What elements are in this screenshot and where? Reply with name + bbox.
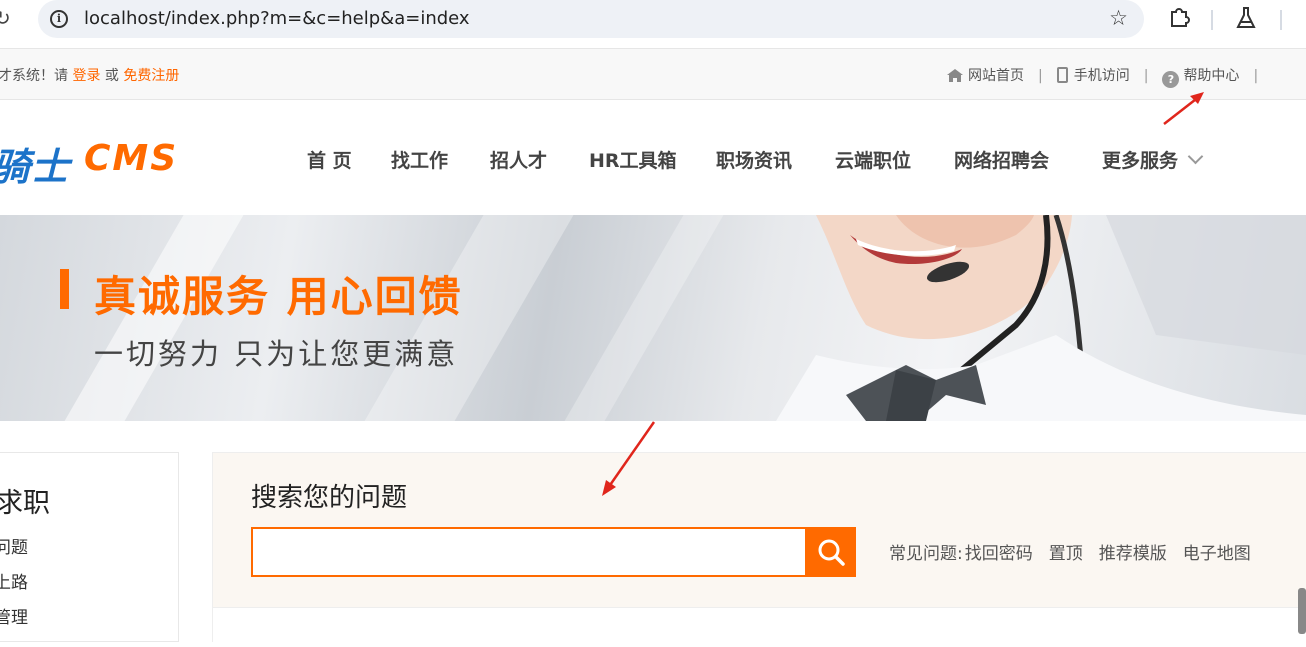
home-icon <box>947 69 963 82</box>
address-bar[interactable]: i localhost/index.php?m=&c=help&a=index … <box>38 0 1144 38</box>
faq-item[interactable]: 推荐模版 <box>1099 544 1167 564</box>
divider: | <box>1143 68 1149 84</box>
help-link[interactable]: ? 帮助中心 <box>1162 65 1239 88</box>
search-button[interactable] <box>807 527 856 577</box>
nav-jobs[interactable]: 找工作 <box>391 146 448 173</box>
annotation-arrow <box>602 421 656 496</box>
help-sidebar: 求职 问题 上路 管理 <box>0 452 179 642</box>
panel-bottom <box>213 607 1306 647</box>
page-scrollbar[interactable] <box>1298 588 1306 634</box>
faq-item[interactable]: 电子地图 <box>1183 544 1251 564</box>
sidebar-item[interactable]: 上路 <box>0 568 28 593</box>
nav-talent[interactable]: 招人才 <box>490 146 547 173</box>
search-panel: 搜索您的问题 常见问题: 找回密码 置顶 推荐模版 电子地图 <box>212 452 1306 647</box>
phone-icon <box>1056 67 1068 83</box>
top-links: 网站首页 | 手机访问 | ? 帮助中心 | <box>946 65 1272 88</box>
search-icon <box>818 539 845 566</box>
nav-news[interactable]: 职场资讯 <box>716 146 792 173</box>
home-link[interactable]: 网站首页 <box>946 65 1024 85</box>
welcome-text: 才系统！请 登录 或 免费注册 <box>0 65 179 85</box>
welcome-prefix: 才系统！请 <box>0 68 73 84</box>
banner-decoration <box>544 215 736 421</box>
chevron-down-icon <box>1187 148 1204 165</box>
search-input[interactable] <box>251 527 807 577</box>
browser-toolbar: ↻ i localhost/index.php?m=&c=help&a=inde… <box>0 0 1306 40</box>
search-title: 搜索您的问题 <box>251 483 408 513</box>
faq-links: 常见问题: 找回密码 置顶 推荐模版 电子地图 <box>889 539 1267 564</box>
register-link[interactable]: 免费注册 <box>123 68 179 84</box>
banner-title: 真诚服务 用心回馈 <box>94 272 463 321</box>
info-icon[interactable]: i <box>50 10 68 28</box>
labs-icon[interactable] <box>1235 6 1257 30</box>
toolbar-divider <box>1280 10 1282 30</box>
hero-banner: 真诚服务 用心回馈 一切努力 只为让您更满意 <box>0 215 1306 421</box>
login-link[interactable]: 登录 <box>72 68 100 84</box>
url-text[interactable]: localhost/index.php?m=&c=help&a=index <box>84 8 470 29</box>
logo-cms[interactable]: CMS <box>84 138 178 179</box>
nav-home[interactable]: 首 页 <box>307 146 352 173</box>
home-link-label: 网站首页 <box>968 68 1024 84</box>
toolbar-divider <box>1211 10 1213 30</box>
sidebar-item[interactable]: 问题 <box>0 533 28 558</box>
banner-accent-bar <box>60 269 69 309</box>
sidebar-item[interactable]: 管理 <box>0 603 28 628</box>
faq-label: 常见问题: <box>889 544 963 564</box>
divider: | <box>1253 68 1259 84</box>
site-header: 骑士 CMS 首 页 找工作 招人才 HR工具箱 职场资讯 云端职位 网络招聘会… <box>0 100 1306 215</box>
sidebar-heading: 求职 <box>0 488 50 519</box>
divider: | <box>1038 68 1043 84</box>
mobile-link[interactable]: 手机访问 <box>1056 65 1130 85</box>
reload-icon[interactable]: ↻ <box>0 6 11 30</box>
annotation-arrow <box>1163 92 1204 125</box>
extensions-icon[interactable] <box>1168 6 1190 28</box>
support-agent-image <box>776 215 1306 421</box>
top-bar: 才系统！请 登录 或 免费注册 网站首页 | 手机访问 | ? 帮助中心 | <box>0 48 1306 100</box>
nav-hr-tools[interactable]: HR工具箱 <box>589 146 677 173</box>
star-icon[interactable]: ☆ <box>1109 6 1128 30</box>
logo-text[interactable]: 骑士 <box>0 136 70 191</box>
nav-more-label: 更多服务 <box>1102 150 1179 172</box>
help-link-label: 帮助中心 <box>1183 68 1240 84</box>
nav-job-fair[interactable]: 网络招聘会 <box>954 146 1049 173</box>
nav-cloud-jobs[interactable]: 云端职位 <box>835 146 911 173</box>
faq-item[interactable]: 置顶 <box>1049 544 1083 564</box>
help-icon: ? <box>1162 71 1180 88</box>
mobile-link-label: 手机访问 <box>1073 68 1130 84</box>
nav-more[interactable]: 更多服务 <box>1102 146 1204 173</box>
banner-subtitle: 一切努力 只为让您更满意 <box>94 337 459 371</box>
or-text: 或 <box>100 68 124 84</box>
faq-item[interactable]: 找回密码 <box>965 544 1033 564</box>
